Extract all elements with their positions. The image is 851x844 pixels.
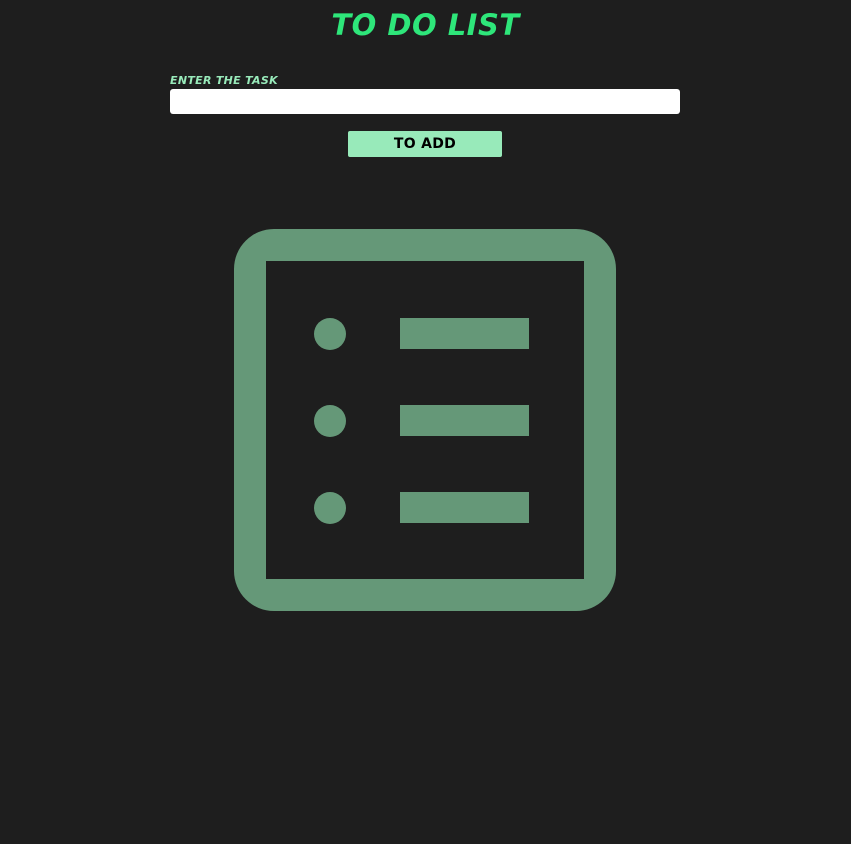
task-input[interactable] xyxy=(170,89,680,114)
list-bullet-3 xyxy=(314,492,346,524)
list-icon xyxy=(234,229,616,611)
list-bullet-2 xyxy=(314,405,346,437)
list-line-1 xyxy=(400,318,529,349)
list-line-2 xyxy=(400,405,529,436)
page-title: TO DO LIST xyxy=(331,8,520,42)
task-input-label: ENTER THE TASK xyxy=(170,74,278,87)
list-line-3 xyxy=(400,492,529,523)
add-task-button[interactable]: TO ADD xyxy=(348,131,502,157)
list-bullet-1 xyxy=(314,318,346,350)
